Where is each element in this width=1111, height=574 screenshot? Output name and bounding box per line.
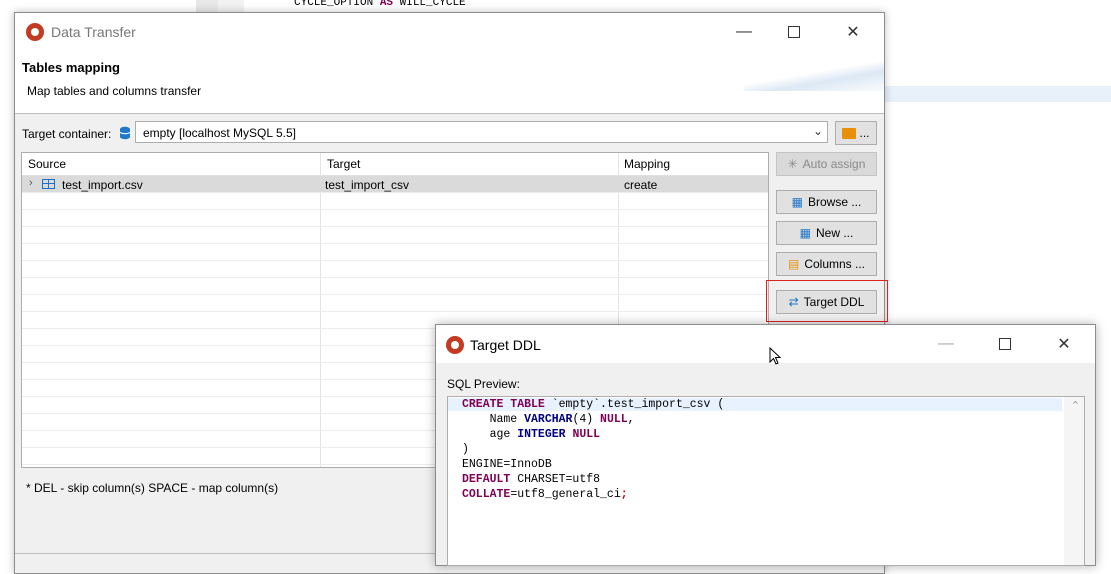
row-target: test_import_csv bbox=[325, 178, 410, 192]
target-container-label: Target container: bbox=[22, 127, 112, 141]
wizard-header: Tables mapping Map tables and columns tr… bbox=[15, 51, 884, 114]
mouse-cursor-icon bbox=[769, 347, 781, 365]
close-button[interactable]: ✕ bbox=[1041, 329, 1087, 359]
empty-row bbox=[22, 227, 768, 244]
column-header-source[interactable]: Source bbox=[28, 157, 66, 171]
dialog-titlebar[interactable]: Data Transfer — ✕ bbox=[15, 13, 884, 51]
empty-row bbox=[22, 295, 768, 312]
header-decoration bbox=[744, 61, 884, 91]
database-icon bbox=[119, 126, 131, 140]
editor-line-highlight bbox=[884, 86, 1111, 102]
dbeaver-logo-icon bbox=[446, 336, 464, 354]
chevron-down-icon: ⌄ bbox=[812, 124, 823, 138]
sql-line: DEFAULT CHARSET=utf8 bbox=[462, 473, 601, 486]
close-button[interactable]: ✕ bbox=[830, 17, 876, 47]
column-header-target[interactable]: Target bbox=[327, 157, 360, 171]
table-icon bbox=[42, 179, 55, 189]
ddl-dialog-title: Target DDL bbox=[470, 337, 541, 353]
browse-button[interactable]: ▦ Browse ... bbox=[776, 190, 877, 214]
row-mapping: create bbox=[624, 178, 658, 192]
close-icon: ✕ bbox=[846, 24, 860, 41]
sql-line: Name VARCHAR(4) NULL, bbox=[462, 413, 635, 426]
maximize-icon bbox=[788, 26, 800, 38]
dbeaver-logo-icon bbox=[26, 23, 44, 41]
auto-assign-button[interactable]: ✳ Auto assign bbox=[776, 152, 877, 176]
close-icon: ✕ bbox=[1057, 336, 1071, 353]
target-container-select[interactable]: empty [localhost MySQL 5.5] ⌄ bbox=[135, 121, 828, 143]
target-container-value: empty [localhost MySQL 5.5] bbox=[143, 126, 296, 140]
column-header-mapping[interactable]: Mapping bbox=[624, 157, 670, 171]
sql-line: ) bbox=[462, 443, 469, 456]
new-button[interactable]: ▦ New ... bbox=[776, 221, 877, 245]
choose-container-button[interactable]: ... bbox=[835, 121, 877, 145]
dialog-title: Data Transfer bbox=[51, 24, 136, 40]
browse-label: Browse ... bbox=[807, 195, 862, 209]
columns-label: Columns ... bbox=[804, 257, 866, 271]
sql-line: age INTEGER NULL bbox=[462, 428, 601, 441]
sql-preview-label: SQL Preview: bbox=[447, 377, 520, 391]
folder-icon bbox=[842, 127, 857, 139]
page-description: Map tables and columns transfer bbox=[27, 84, 202, 98]
new-label: New ... bbox=[816, 226, 854, 240]
vertical-scrollbar[interactable]: ⌃ bbox=[1064, 397, 1084, 565]
maximize-button[interactable] bbox=[982, 329, 1028, 359]
empty-row bbox=[22, 193, 768, 210]
empty-row bbox=[22, 244, 768, 261]
maximize-icon bbox=[999, 338, 1011, 350]
sql-line: COLLATE=utf8_general_ci; bbox=[462, 488, 628, 501]
keyboard-hint: * DEL - skip column(s) SPACE - map colum… bbox=[26, 481, 279, 495]
maximize-button[interactable] bbox=[771, 17, 817, 47]
minimize-button[interactable]: — bbox=[721, 17, 767, 47]
sql-line: ENGINE=InnoDB bbox=[462, 458, 552, 471]
minimize-icon: — bbox=[736, 23, 752, 40]
sql-line: CREATE TABLE `empty`.test_import_csv ( bbox=[448, 398, 1062, 411]
table-header: Source Target Mapping bbox=[22, 153, 768, 176]
empty-row bbox=[22, 261, 768, 278]
sql-preview-editor[interactable]: CREATE TABLE `empty`.test_import_csv ( N… bbox=[447, 396, 1085, 566]
empty-row bbox=[22, 278, 768, 295]
ddl-titlebar[interactable]: Target DDL — ✕ bbox=[436, 325, 1095, 363]
choose-container-label: ... bbox=[859, 126, 870, 140]
new-table-icon: ▦ bbox=[799, 226, 811, 240]
asterisk-icon: ✳ bbox=[787, 157, 798, 171]
columns-button[interactable]: ▤ Columns ... bbox=[776, 252, 877, 276]
minimize-button[interactable]: — bbox=[923, 329, 969, 359]
editor-code-line: CYCLE_OPTION AS WILL_CYCLE bbox=[294, 0, 466, 9]
target-ddl-highlight bbox=[766, 280, 888, 322]
auto-assign-label: Auto assign bbox=[802, 157, 866, 171]
columns-icon: ▤ bbox=[787, 257, 800, 271]
target-ddl-dialog: Target DDL — ✕ SQL Preview: CREATE TABLE… bbox=[435, 324, 1096, 566]
empty-row bbox=[22, 210, 768, 227]
chevron-up-icon[interactable]: ⌃ bbox=[1071, 399, 1080, 412]
table-row[interactable]: › test_import.csv test_import_csv create bbox=[22, 176, 768, 193]
row-source: test_import.csv bbox=[62, 178, 143, 192]
minimize-icon: — bbox=[938, 335, 954, 352]
chevron-right-icon[interactable]: › bbox=[29, 177, 33, 189]
browse-table-icon: ▦ bbox=[791, 195, 803, 209]
page-title: Tables mapping bbox=[22, 60, 120, 75]
